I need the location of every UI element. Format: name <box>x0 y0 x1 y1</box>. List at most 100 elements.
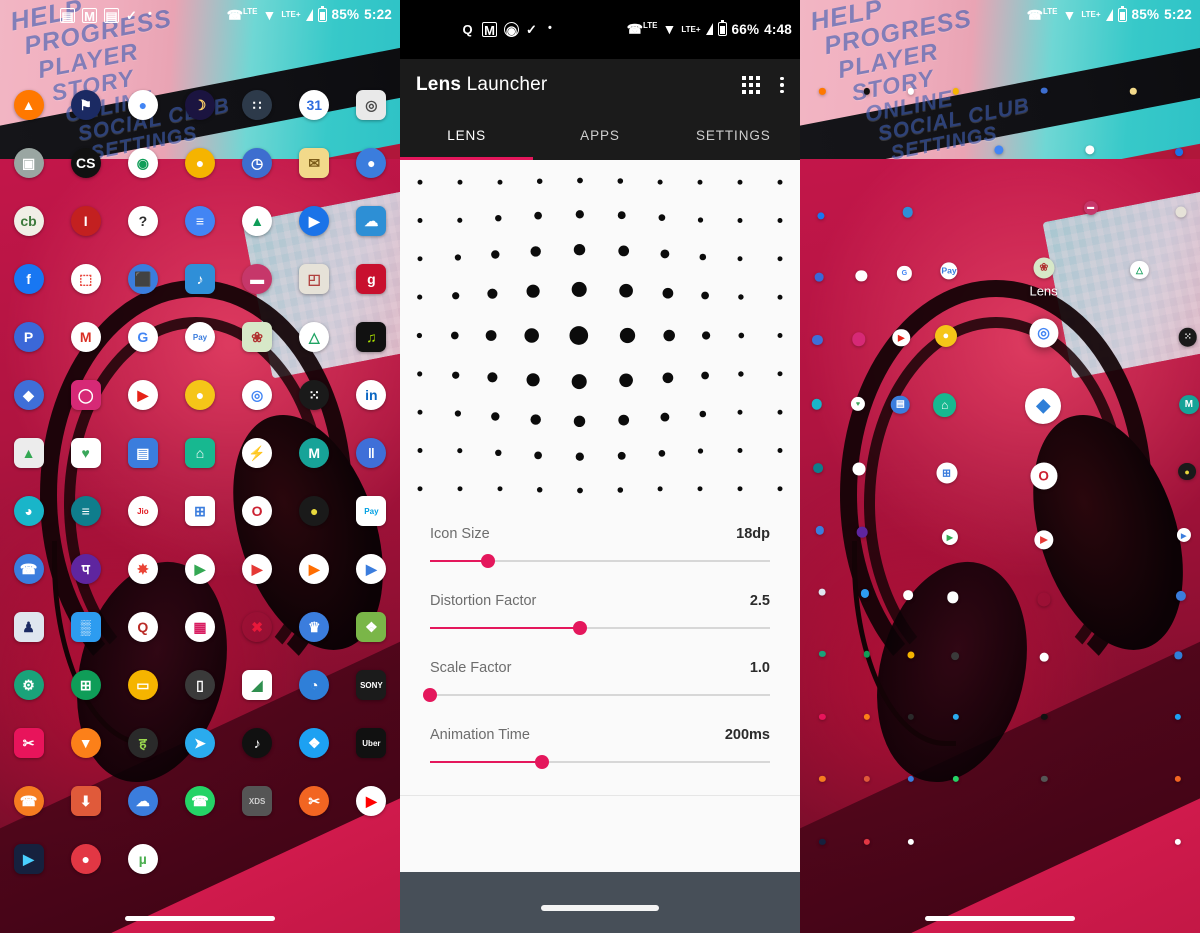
app-cell-cloud-app[interactable]: ☁ <box>343 200 400 242</box>
quora-icon[interactable]: Q <box>127 612 158 642</box>
avast-icon[interactable]: ▲ <box>13 90 44 120</box>
wallet-icon[interactable]: ▬ <box>242 264 273 294</box>
mega-cloud-icon[interactable] <box>907 776 915 783</box>
vault-app-icon[interactable] <box>863 776 870 783</box>
app-cell-truecaller[interactable]: ☎ <box>0 780 57 822</box>
app-cell-paint-app[interactable]: ◢ <box>229 664 286 706</box>
app-cell-battery-info[interactable]: ▯ <box>171 664 228 706</box>
slides-icon[interactable] <box>907 651 915 659</box>
utorrent-icon[interactable] <box>907 838 915 845</box>
app-cell-settings[interactable]: ⚙ <box>0 664 57 706</box>
app-cell-jio[interactable]: Jio <box>114 490 171 532</box>
app-drawer-icon[interactable]: ⁙ <box>299 380 330 410</box>
contacts-card-icon[interactable]: ✉ <box>299 148 330 178</box>
app-drawer-icon[interactable]: ⁙ <box>1178 327 1197 347</box>
xds-app-icon[interactable] <box>1041 776 1048 783</box>
telegram-icon[interactable]: ➤ <box>184 728 215 758</box>
jio-icon[interactable]: Jio <box>127 496 158 526</box>
battery-info-icon[interactable]: ▯ <box>184 670 215 700</box>
app-cell-camera[interactable]: ◎ <box>343 84 400 126</box>
avast-icon[interactable] <box>819 88 826 95</box>
help-icon[interactable]: ? <box>127 206 158 236</box>
photos-icon[interactable]: ✸ <box>127 554 158 584</box>
app-cell-guitar-app[interactable]: ♫ <box>343 316 400 358</box>
app-cell-maps[interactable]: ▲ <box>0 432 57 474</box>
paytm-icon[interactable]: Pay <box>356 496 387 526</box>
gallery-icon[interactable]: ◰ <box>299 264 330 294</box>
google-drive-icon[interactable]: △ <box>299 322 330 352</box>
app-cell-youtube-kids[interactable]: ▶ <box>114 374 171 416</box>
contacts-card-icon[interactable] <box>1130 87 1137 95</box>
linkedin-icon[interactable]: in <box>356 380 387 410</box>
app-cell-whatsapp[interactable]: ☎ <box>171 780 228 822</box>
camera-icon[interactable]: ◎ <box>356 90 387 120</box>
slider-knob[interactable] <box>535 755 550 769</box>
play-store-icon[interactable]: ▶ <box>941 528 958 546</box>
app-cell-zomato[interactable]: ● <box>57 838 114 880</box>
tab-settings[interactable]: SETTINGS <box>667 111 800 160</box>
zebra-app-icon[interactable]: ≡ <box>70 496 101 526</box>
app-cell-files[interactable]: ⬛ <box>114 258 171 300</box>
app-cell-play-store[interactable]: ▶ <box>171 548 228 590</box>
mi-home-icon[interactable]: ⌂ <box>932 392 957 417</box>
contacts-icon[interactable]: ● <box>356 148 387 178</box>
app-cell-avast[interactable]: ▲ <box>0 84 57 126</box>
app-cell-calendar[interactable]: 31 <box>286 84 343 126</box>
app-cell-mega-cloud[interactable]: ☁ <box>114 780 171 822</box>
app-cell-youtube[interactable]: ▶ <box>343 780 400 822</box>
app-cell-dictionary[interactable]: I <box>57 200 114 242</box>
app-cell-assistant[interactable]: ● <box>114 84 171 126</box>
app-cell-runner-app[interactable]: ♟ <box>0 606 57 648</box>
lens-preview-canvas[interactable] <box>400 163 800 508</box>
clock-icon[interactable]: ◷ <box>242 148 273 178</box>
app-cell-quora[interactable]: Q <box>114 606 171 648</box>
bank-icon[interactable]: ⚑ <box>70 90 101 120</box>
chrome-beta-icon[interactable]: ● <box>184 148 215 178</box>
my-jio-icon[interactable]: ⊞ <box>936 462 958 484</box>
maps-navigation-icon[interactable] <box>812 335 823 346</box>
motorola-icon[interactable]: M <box>1178 394 1199 415</box>
lens-distorted-app-grid[interactable]: ▬ G Pay ❀ △ ▶ ● ◎ ⁙ ♥ ▤ ⌂ ◆ M ⊞ O ● ▶ ▶ ▶ Lens <box>800 0 1200 933</box>
jio-icon[interactable] <box>852 462 866 476</box>
app-cell-play-music[interactable]: ▶ <box>286 548 343 590</box>
night-light-icon[interactable]: ● <box>299 496 330 526</box>
maps-icon[interactable]: ▲ <box>13 438 44 468</box>
app-cell-gallery[interactable]: ◰ <box>286 258 343 300</box>
app-cell-trophy[interactable]: ♛ <box>286 606 343 648</box>
sony-liv-icon[interactable]: SONY <box>356 670 387 700</box>
google-icon[interactable]: G <box>127 322 158 352</box>
facebook-icon[interactable]: f <box>13 264 44 294</box>
chrome-beta-icon[interactable] <box>952 87 959 95</box>
truecaller-icon[interactable]: ☎ <box>13 786 44 816</box>
cs-app-icon[interactable]: CS <box>70 148 101 178</box>
trophy-icon[interactable]: ♛ <box>299 612 330 642</box>
battery-info-icon[interactable] <box>950 652 959 660</box>
health-icon[interactable]: ♥ <box>850 397 866 412</box>
phonepe-alt-icon[interactable]: P <box>13 322 44 352</box>
app-cell-my-jio[interactable]: ⊞ <box>171 490 228 532</box>
video-editor-icon[interactable]: ✂ <box>299 786 330 816</box>
app-cell-bank[interactable]: ⚑ <box>57 84 114 126</box>
sheets-icon[interactable]: ⊞ <box>70 670 101 700</box>
app-cell-telegram[interactable]: ➤ <box>171 722 228 764</box>
duo-icon[interactable] <box>1174 148 1183 156</box>
paint-app-icon[interactable] <box>1040 652 1049 662</box>
slider-track[interactable] <box>423 685 770 705</box>
phone-icon[interactable] <box>815 526 824 535</box>
slider-track[interactable] <box>430 618 770 638</box>
equalizer-icon[interactable]: ‖ <box>356 438 387 468</box>
app-cell-messages[interactable]: ▤ <box>114 432 171 474</box>
puzzle-game-icon[interactable]: ❖ <box>356 612 387 642</box>
hindi-app-icon[interactable] <box>907 713 915 720</box>
keep-icon[interactable]: ● <box>184 380 215 410</box>
play-store-icon[interactable]: ▶ <box>184 554 215 584</box>
swiggy-icon[interactable]: ▼ <box>70 728 101 758</box>
hike-icon[interactable]: ◕ <box>13 496 44 526</box>
music-icon[interactable] <box>902 206 914 218</box>
tiktok-icon[interactable] <box>1041 713 1048 720</box>
app-cell-drive[interactable]: ▲ <box>229 200 286 242</box>
trophy-icon[interactable] <box>1175 590 1186 601</box>
tiktok-icon[interactable]: ♪ <box>242 728 273 758</box>
hike-icon[interactable] <box>811 398 823 410</box>
qr-scanner-icon[interactable]: ▒ <box>70 612 101 642</box>
